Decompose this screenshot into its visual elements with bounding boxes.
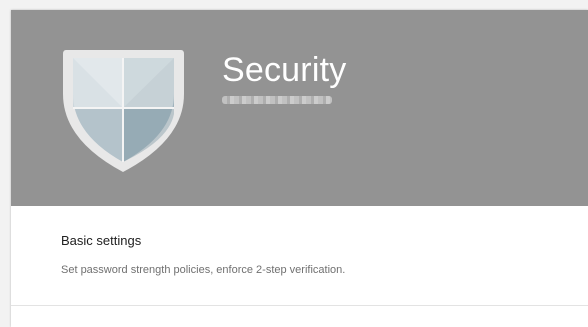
section-title[interactable]: Basic settings: [61, 233, 141, 248]
security-card: Security Basic settings Set password str…: [11, 10, 588, 327]
security-header: Security: [11, 10, 588, 206]
redacted-subtitle: [222, 96, 332, 104]
basic-settings-section[interactable]: Basic settings Set password strength pol…: [11, 206, 588, 306]
page-title: Security: [222, 51, 347, 89]
section-description: Set password strength policies, enforce …: [61, 264, 346, 276]
shield-icon: [63, 50, 184, 172]
